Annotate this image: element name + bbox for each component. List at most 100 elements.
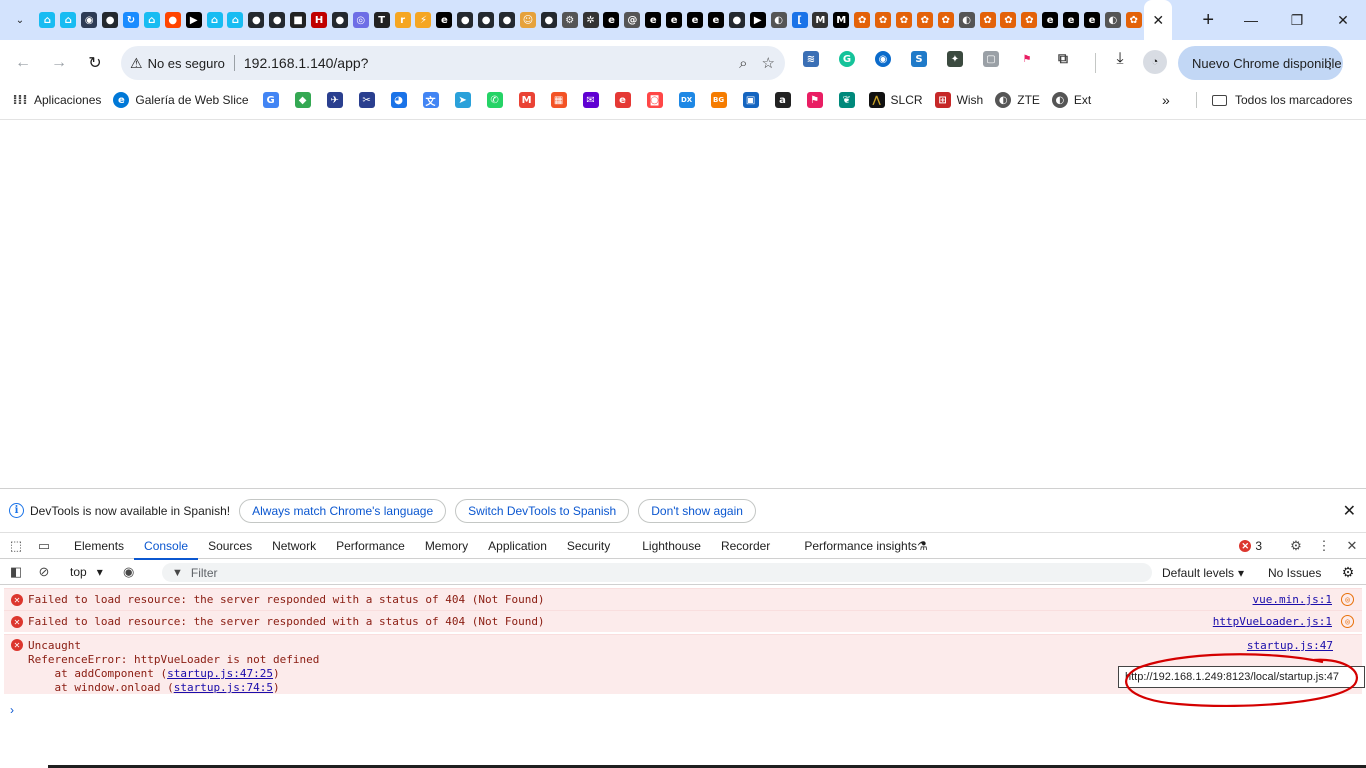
issues-counter[interactable]: No Issues xyxy=(1268,560,1321,585)
bookmark-item[interactable]: a xyxy=(767,92,799,108)
devtools-tab-application[interactable]: Application xyxy=(478,533,557,559)
pinned-tab[interactable]: e xyxy=(434,0,455,40)
pinned-tab[interactable]: ↻ xyxy=(121,0,142,40)
device-toolbar-icon[interactable]: ▭ xyxy=(30,533,58,559)
pinned-tab[interactable]: r xyxy=(392,0,413,40)
pinned-tab[interactable]: H xyxy=(309,0,330,40)
pinned-tab[interactable]: e xyxy=(1082,0,1103,40)
bookmark-item[interactable]: ➤ xyxy=(447,92,479,108)
bookmark-item[interactable]: ❦ xyxy=(831,92,863,108)
bookmark-wish[interactable]: ⊞ Wish xyxy=(929,86,990,114)
update-chrome-button[interactable]: Nuevo Chrome disponible ⋮ xyxy=(1178,46,1343,80)
pinned-tab[interactable]: ✿ xyxy=(873,0,894,40)
pinned-tab[interactable]: ✲ xyxy=(580,0,601,40)
pinned-tab[interactable]: ◎ xyxy=(350,0,371,40)
bookmark-item[interactable]: ⚑ xyxy=(799,92,831,108)
pinned-tab[interactable]: ✿ xyxy=(977,0,998,40)
page-viewport[interactable] xyxy=(0,120,1366,488)
pinned-tab[interactable]: ✿ xyxy=(914,0,935,40)
bookmark-item[interactable]: ✆ xyxy=(479,92,511,108)
always-match-language-button[interactable]: Always match Chrome's language xyxy=(239,498,447,523)
devtools-tab-security[interactable]: Security xyxy=(557,533,620,559)
bookmark-item[interactable]: M xyxy=(511,92,543,108)
pinned-tab[interactable]: e xyxy=(1040,0,1061,40)
extension-grey-icon[interactable]: ▢ xyxy=(980,48,1002,70)
bookmark-item[interactable]: e xyxy=(607,92,639,108)
extensions-puzzle-icon[interactable]: ⧉ xyxy=(1052,48,1074,70)
bookmark-item[interactable]: ◆ xyxy=(287,92,319,108)
pinned-tab[interactable]: ✿ xyxy=(998,0,1019,40)
bookmark-item[interactable]: ▦ xyxy=(543,92,575,108)
all-bookmarks[interactable]: Todos los marcadores xyxy=(1212,86,1352,114)
network-request-icon[interactable]: ◎ xyxy=(1341,615,1354,628)
bookmark-item[interactable]: DX xyxy=(671,92,703,108)
pinned-tab[interactable]: ● xyxy=(267,0,288,40)
pinned-tab[interactable]: ⌂ xyxy=(204,0,225,40)
pinned-tab[interactable]: ▶ xyxy=(747,0,768,40)
bookmark-item[interactable]: ✈ xyxy=(319,92,351,108)
active-tab[interactable]: ✕ xyxy=(1144,0,1173,40)
devtools-tab-network[interactable]: Network xyxy=(262,533,326,559)
pinned-tab[interactable]: ● xyxy=(329,0,350,40)
pinned-tab[interactable]: ◐ xyxy=(956,0,977,40)
close-infobar-icon[interactable]: ✕ xyxy=(1343,501,1356,521)
pinned-tab[interactable]: ● xyxy=(100,0,121,40)
reload-button[interactable]: ↻ xyxy=(80,48,110,78)
pinned-tab[interactable]: ⚡ xyxy=(413,0,434,40)
address-bar[interactable]: ⚠ No es seguro 192.168.1.140/app? ⌕ ☆ xyxy=(121,46,785,80)
bookmark-ext[interactable]: ◐ Ext xyxy=(1046,86,1097,114)
devtools-tab-elements[interactable]: Elements xyxy=(64,533,134,559)
devtools-tab-memory[interactable]: Memory xyxy=(415,533,478,559)
pinned-tab[interactable]: ● xyxy=(538,0,559,40)
profile-avatar[interactable]: ◔ xyxy=(1143,50,1167,74)
bookmark-item[interactable]: ◕ xyxy=(383,92,415,108)
pinned-tab[interactable]: ✿ xyxy=(1123,0,1144,40)
extension-waves-icon[interactable]: ≋ xyxy=(800,48,822,70)
extension-flag-icon[interactable]: ⚑ xyxy=(1016,48,1038,70)
pinned-tab[interactable]: ◉ xyxy=(79,0,100,40)
pinned-tab[interactable]: ◐ xyxy=(768,0,789,40)
context-select[interactable]: top ▾ xyxy=(64,565,109,579)
minimize-button[interactable]: — xyxy=(1228,0,1274,40)
stack-frame-link[interactable]: startup.js:74:5 xyxy=(174,681,273,694)
forward-button[interactable]: → xyxy=(44,48,74,78)
bookmark-slcr[interactable]: ⋀ SLCR xyxy=(863,86,929,114)
inspect-element-icon[interactable]: ⬚ xyxy=(2,533,30,559)
menu-dots-icon[interactable]: ⋮ xyxy=(1323,46,1337,80)
pinned-tab[interactable]: ✿ xyxy=(935,0,956,40)
pinned-tab[interactable]: ● xyxy=(497,0,518,40)
devtools-tab-lighthouse[interactable]: Lighthouse xyxy=(632,533,711,559)
devtools-tab-recorder[interactable]: Recorder xyxy=(711,533,780,559)
show-sidebar-icon[interactable]: ◧ xyxy=(2,559,30,585)
live-expression-eye-icon[interactable]: ◉ xyxy=(115,559,143,585)
bookmark-zte[interactable]: ◐ ZTE xyxy=(989,86,1046,114)
bookmark-webslice[interactable]: e Galería de Web Slice xyxy=(107,86,254,114)
devtools-tab-console[interactable]: Console xyxy=(134,533,199,560)
pinned-tab[interactable]: e xyxy=(706,0,727,40)
new-tab-button[interactable]: + xyxy=(1194,6,1222,34)
extension-bird-icon[interactable]: ✦ xyxy=(944,48,966,70)
pinned-tab[interactable]: M xyxy=(831,0,852,40)
pinned-tab[interactable]: ⌂ xyxy=(141,0,162,40)
pinned-tab[interactable]: ◐ xyxy=(1102,0,1123,40)
console-filter-input[interactable]: ▼ Filter xyxy=(162,563,1152,582)
pinned-tab[interactable]: ● xyxy=(455,0,476,40)
bookmark-item[interactable]: ✉ xyxy=(575,92,607,108)
dont-show-again-button[interactable]: Don't show again xyxy=(638,498,756,523)
stack-frame-link[interactable]: startup.js:47:25 xyxy=(167,667,273,680)
extension-globe-icon[interactable]: ◉ xyxy=(872,48,894,70)
settings-gear-icon[interactable]: ⚙ xyxy=(1282,533,1310,559)
url-text[interactable]: 192.168.1.140/app? xyxy=(244,55,369,71)
extension-grammarly-icon[interactable]: G xyxy=(836,48,858,70)
warning-triangle-icon[interactable]: ⚠ xyxy=(130,55,143,72)
pinned-tab[interactable]: ✿ xyxy=(852,0,873,40)
console-prompt-chevron-icon[interactable]: › xyxy=(10,703,14,717)
zoom-search-icon[interactable]: ⌕ xyxy=(739,55,747,72)
close-devtools-icon[interactable]: ✕ xyxy=(1338,533,1366,559)
back-button[interactable]: ← xyxy=(8,48,38,78)
pinned-tab[interactable]: e xyxy=(664,0,685,40)
more-bookmarks-chevron-icon[interactable]: » xyxy=(1162,86,1170,114)
log-levels-dropdown[interactable]: Default levels ▾ xyxy=(1162,560,1244,585)
restore-button[interactable]: ❐ xyxy=(1274,0,1320,40)
switch-to-spanish-button[interactable]: Switch DevTools to Spanish xyxy=(455,498,630,523)
